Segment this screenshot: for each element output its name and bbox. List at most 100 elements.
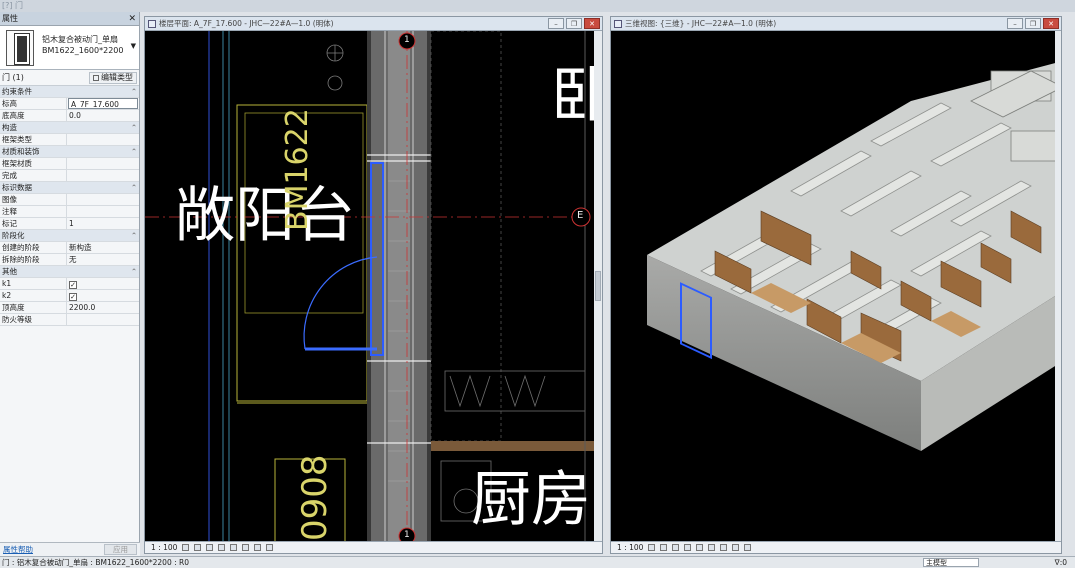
checkbox[interactable]: ✓: [69, 293, 77, 301]
checkbox[interactable]: ✓: [69, 281, 77, 289]
properties-title: 属性: [2, 14, 18, 23]
property-label: 完成: [0, 170, 67, 181]
3d-scale[interactable]: 1 : 100: [617, 543, 643, 552]
minimize-button[interactable]: –: [548, 18, 564, 29]
property-value[interactable]: 无: [67, 254, 139, 265]
hide-isolate-icon[interactable]: [732, 544, 740, 551]
property-row: 图像: [0, 194, 139, 206]
property-label: 框架类型: [0, 134, 67, 145]
sun-path-icon[interactable]: [206, 544, 214, 551]
collapse-icon[interactable]: ⌃: [129, 86, 139, 97]
property-value[interactable]: ✓: [67, 290, 139, 301]
properties-grid: 约束条件 ⌃ 标高 A_7F_17.600 底高度 0.0 构造 ⌃ 框架类型 材质和装饰 ⌃ 框架材…: [0, 86, 139, 326]
minimize-button[interactable]: –: [1007, 18, 1023, 29]
property-label: 创建的阶段: [0, 242, 67, 253]
property-value[interactable]: [67, 170, 139, 181]
property-value[interactable]: 新构造: [67, 242, 139, 253]
property-label: 图像: [0, 194, 67, 205]
sun-path-icon[interactable]: [672, 544, 680, 551]
property-section-header[interactable]: 构造 ⌃: [0, 122, 139, 134]
close-icon[interactable]: ✕: [128, 12, 136, 26]
property-label: k1: [0, 278, 67, 289]
instance-filter[interactable]: 门 (1): [2, 72, 24, 83]
type-name: 铝木复合被动门_单扇 BM1622_1600*2200: [42, 34, 123, 56]
property-section-header[interactable]: 材质和装饰 ⌃: [0, 146, 139, 158]
crop-view-icon[interactable]: [720, 544, 728, 551]
instance-filter-row: 门 (1) 编辑类型: [0, 70, 139, 86]
close-button[interactable]: ✕: [1043, 18, 1059, 29]
visual-style-icon[interactable]: [194, 544, 202, 551]
status-bar: 门 : 铝木复合被动门_单扇 : BM1622_1600*2200 : R0 主…: [0, 556, 1075, 568]
property-value[interactable]: [67, 194, 139, 205]
apply-button[interactable]: 应用: [104, 544, 137, 555]
3d-view-titlebar: 三维视图: {三维} - JHC—22#A—1.0 (明体) – ❐ ✕: [611, 17, 1061, 31]
property-section-header[interactable]: 阶段化 ⌃: [0, 230, 139, 242]
property-label: 框架材质: [0, 158, 67, 169]
plan-view-title: 楼层平面: A_7F_17.600 - JHC—22#A—1.0 (明体): [159, 19, 334, 28]
active-model-selector[interactable]: 主模型: [923, 558, 979, 567]
type-selector[interactable]: 铝木复合被动门_单扇 BM1622_1600*2200 ▼: [0, 26, 139, 70]
crop-view-icon[interactable]: [230, 544, 238, 551]
property-section-header[interactable]: 约束条件 ⌃: [0, 86, 139, 98]
collapse-icon[interactable]: ⌃: [129, 230, 139, 241]
plan-scale[interactable]: 1 : 100: [151, 543, 177, 552]
3d-view[interactable]: 三维视图: {三维} - JHC—22#A—1.0 (明体) – ❐ ✕ 1:…: [610, 16, 1062, 554]
shadows-icon[interactable]: [684, 544, 692, 551]
collapse-icon[interactable]: ⌃: [129, 146, 139, 157]
restore-button[interactable]: ❐: [566, 18, 582, 29]
plan-view-titlebar: 楼层平面: A_7F_17.600 - JHC—22#A—1.0 (明体) – …: [145, 17, 602, 31]
show-crop-icon[interactable]: [242, 544, 250, 551]
collapse-icon[interactable]: ⌃: [129, 182, 139, 193]
property-value[interactable]: 1: [67, 218, 139, 229]
property-row: 拆除的阶段无: [0, 254, 139, 266]
chevron-down-icon[interactable]: ▼: [131, 42, 136, 50]
collapse-icon[interactable]: ⌃: [129, 122, 139, 133]
edit-type-label: 编辑类型: [101, 73, 133, 82]
shadows-icon[interactable]: [218, 544, 226, 551]
3d-view-icon: [614, 20, 622, 28]
collapse-icon[interactable]: ⌃: [129, 266, 139, 277]
properties-palette: 属性 ✕ 铝木复合被动门_单扇 BM1622_1600*2200 ▼ 门 (1)…: [0, 12, 140, 556]
lock-view-icon[interactable]: [708, 544, 716, 551]
property-label: 防火等级: [0, 314, 67, 325]
plan-canvas[interactable]: 1 1 E 敞 阳台 卧 厨房 BM1622 0908: [145, 31, 602, 541]
status-text: 门 : 铝木复合被动门_单扇 : BM1622_1600*2200 : R0: [2, 558, 189, 567]
detail-level-icon[interactable]: [648, 544, 656, 551]
detail-level-icon[interactable]: [182, 544, 190, 551]
property-section-header[interactable]: 标识数据 ⌃: [0, 182, 139, 194]
property-value[interactable]: 0.0: [67, 110, 139, 121]
property-label: 拆除的阶段: [0, 254, 67, 265]
render-icon[interactable]: [696, 544, 704, 551]
property-value[interactable]: A_7F_17.600: [68, 98, 138, 109]
restore-button[interactable]: ❐: [1025, 18, 1041, 29]
properties-help-link[interactable]: 属性帮助: [3, 544, 33, 555]
floor-plan-view[interactable]: 楼层平面: A_7F_17.600 - JHC—22#A—1.0 (明体) – …: [144, 16, 603, 554]
3d-view-title: 三维视图: {三维} - JHC—22#A—1.0 (明体): [625, 19, 777, 28]
property-section-header[interactable]: 其他 ⌃: [0, 266, 139, 278]
property-label: 标高: [0, 98, 67, 109]
property-label: 约束条件: [2, 87, 32, 96]
reveal-hidden-icon[interactable]: [266, 544, 274, 551]
property-label: 顶高度: [0, 302, 67, 313]
property-row: k1 ✓: [0, 278, 139, 290]
property-row: 防火等级: [0, 314, 139, 326]
hide-isolate-icon[interactable]: [254, 544, 262, 551]
property-row: 完成: [0, 170, 139, 182]
3d-vertical-scrollbar[interactable]: [1055, 31, 1061, 541]
property-value[interactable]: [67, 314, 139, 325]
edit-type-button[interactable]: 编辑类型: [89, 71, 137, 84]
property-value[interactable]: ✓: [67, 278, 139, 289]
property-value[interactable]: 2200.0: [67, 302, 139, 313]
plan-scroll-thumb[interactable]: [595, 271, 601, 301]
selection-count[interactable]: ∇:0: [1055, 557, 1067, 568]
visual-style-icon[interactable]: [660, 544, 668, 551]
reveal-hidden-icon[interactable]: [744, 544, 752, 551]
property-value[interactable]: [67, 206, 139, 217]
property-value[interactable]: [67, 158, 139, 169]
door-tag: BM1622: [280, 108, 315, 231]
close-button[interactable]: ✕: [584, 18, 600, 29]
property-value[interactable]: [67, 134, 139, 145]
type-size-label: BM1622_1600*2200: [42, 46, 124, 55]
3d-canvas[interactable]: [611, 31, 1061, 541]
plan-vertical-scrollbar[interactable]: [594, 31, 602, 541]
